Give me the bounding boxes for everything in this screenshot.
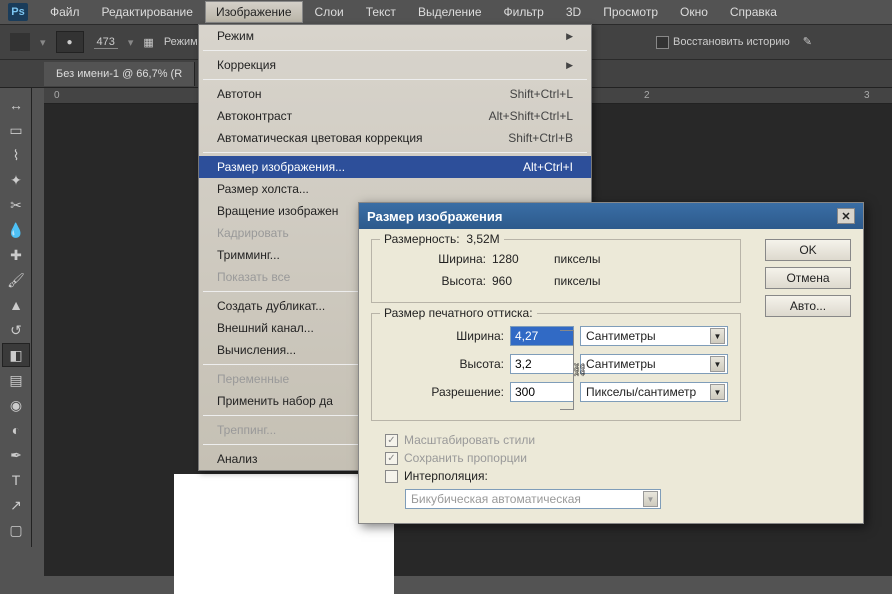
resample-method-combo: Бикубическая автоматическая ▼ [405, 489, 661, 509]
resolution-unit-combo[interactable]: Пикселы/сантиметр▼ [580, 382, 728, 402]
print-height-label: Высота: [408, 357, 504, 371]
chain-link-icon[interactable]: ⛓ [571, 362, 588, 378]
chevron-down-icon[interactable]: ▼ [710, 384, 725, 400]
eraser-tool-icon[interactable]: ◧ [2, 343, 30, 367]
heal-tool-icon[interactable]: ✚ [2, 243, 30, 267]
ruler-mark: 0 [54, 90, 60, 101]
resolution-label: Разрешение: [408, 385, 504, 399]
dodge-tool-icon[interactable]: ◐ [2, 418, 30, 442]
type-tool-icon[interactable]: T [2, 468, 30, 492]
menu-layers[interactable]: Слои [305, 2, 354, 22]
menu-text[interactable]: Текст [356, 2, 406, 22]
eyedropper-tool-icon[interactable]: 💧 [2, 218, 30, 242]
resample-label: Интерполяция: [404, 469, 488, 483]
wand-tool-icon[interactable]: ✦ [2, 168, 30, 192]
tool-preset-icon[interactable] [10, 33, 30, 51]
brush-size-value[interactable]: 473 [94, 36, 118, 49]
ok-button[interactable]: OK [765, 239, 851, 261]
menu-select[interactable]: Выделение [408, 2, 492, 22]
px-height-value: 960 [492, 274, 548, 288]
document-tab[interactable]: Без имени-1 @ 66,7% (R [44, 62, 195, 86]
close-icon[interactable]: ✕ [837, 208, 855, 224]
menu-entry[interactable]: АвтоконтрастAlt+Shift+Ctrl+L [199, 105, 591, 127]
shape-tool-icon[interactable]: ▢ [2, 518, 30, 542]
stamp-tool-icon[interactable]: ▲ [2, 293, 30, 317]
px-width-label: Ширина: [408, 252, 486, 266]
history-brush-icon[interactable]: ↺ [2, 318, 30, 342]
px-height-unit: пикселы [554, 274, 601, 288]
chevron-down-icon[interactable]: ▼ [710, 356, 725, 372]
mode-label: Режим: [164, 36, 201, 48]
menu-entry[interactable]: АвтотонShift+Ctrl+L [199, 83, 591, 105]
restore-history-checkbox[interactable] [656, 36, 669, 49]
menu-edit[interactable]: Редактирование [92, 2, 203, 22]
menu-entry[interactable]: Размер холста... [199, 178, 591, 200]
pressure-icon[interactable]: ✎ [803, 36, 812, 48]
px-width-unit: пикселы [554, 252, 601, 266]
gradient-tool-icon[interactable]: ▤ [2, 368, 30, 392]
constrain-checkbox: ✓ [385, 452, 398, 465]
crop-tool-icon[interactable]: ✂ [2, 193, 30, 217]
menu-bar: Ps Файл Редактирование Изображение Слои … [0, 0, 892, 24]
chevron-down-icon[interactable]: ▼ [710, 328, 725, 344]
cancel-button[interactable]: Отмена [765, 267, 851, 289]
toggle-panel-icon[interactable]: ▦ [143, 36, 153, 49]
menu-help[interactable]: Справка [720, 2, 787, 22]
blur-tool-icon[interactable]: ◉ [2, 393, 30, 417]
brush-tool-icon[interactable]: 🖌 [2, 268, 30, 292]
menu-entry[interactable]: Автоматическая цветовая коррекцияShift+C… [199, 127, 591, 149]
menu-view[interactable]: Просмотр [593, 2, 668, 22]
app-logo: Ps [8, 3, 28, 21]
filesize-value: 3,52M [466, 232, 499, 246]
ruler-mark: 3 [864, 90, 870, 101]
print-width-unit-combo[interactable]: Сантиметры▼ [580, 326, 728, 346]
image-size-dialog: Размер изображения ✕ OK Отмена Авто... Р… [358, 202, 864, 524]
lasso-tool-icon[interactable]: ⌇ [2, 143, 30, 167]
px-height-label: Высота: [408, 274, 486, 288]
px-width-value: 1280 [492, 252, 548, 266]
print-width-label: Ширина: [408, 329, 504, 343]
menu-filter[interactable]: Фильтр [494, 2, 554, 22]
menu-entry[interactable]: Режим [199, 25, 591, 47]
menu-3d[interactable]: 3D [556, 2, 591, 22]
print-height-unit-combo[interactable]: Сантиметры▼ [580, 354, 728, 374]
toolbox: ↔ ▭ ⌇ ✦ ✂ 💧 ✚ 🖌 ▲ ↺ ◧ ▤ ◉ ◐ ✒ T ↗ ▢ [0, 88, 32, 547]
scale-styles-checkbox: ✓ [385, 434, 398, 447]
auto-button[interactable]: Авто... [765, 295, 851, 317]
menu-file[interactable]: Файл [40, 2, 90, 22]
resample-checkbox[interactable] [385, 470, 398, 483]
dialog-titlebar[interactable]: Размер изображения ✕ [359, 203, 863, 229]
move-tool-icon[interactable]: ↔ [2, 93, 30, 117]
print-dims-legend: Размер печатного оттиска: [380, 306, 537, 320]
pen-tool-icon[interactable]: ✒ [2, 443, 30, 467]
ruler-mark: 2 [644, 90, 650, 101]
marquee-tool-icon[interactable]: ▭ [2, 118, 30, 142]
scale-styles-label: Масштабировать стили [404, 433, 535, 447]
menu-window[interactable]: Окно [670, 2, 718, 22]
pixel-dims-legend: Размерность: [384, 232, 460, 246]
menu-image[interactable]: Изображение [205, 1, 303, 23]
dialog-title: Размер изображения [367, 209, 502, 224]
menu-entry[interactable]: Размер изображения...Alt+Ctrl+I [199, 156, 591, 178]
menu-entry[interactable]: Коррекция [199, 54, 591, 76]
constrain-label: Сохранить пропорции [404, 451, 527, 465]
restore-history-label: Восстановить историю [673, 36, 790, 48]
chevron-down-icon: ▼ [643, 491, 658, 507]
brush-preview[interactable]: ● [56, 31, 84, 53]
path-tool-icon[interactable]: ↗ [2, 493, 30, 517]
